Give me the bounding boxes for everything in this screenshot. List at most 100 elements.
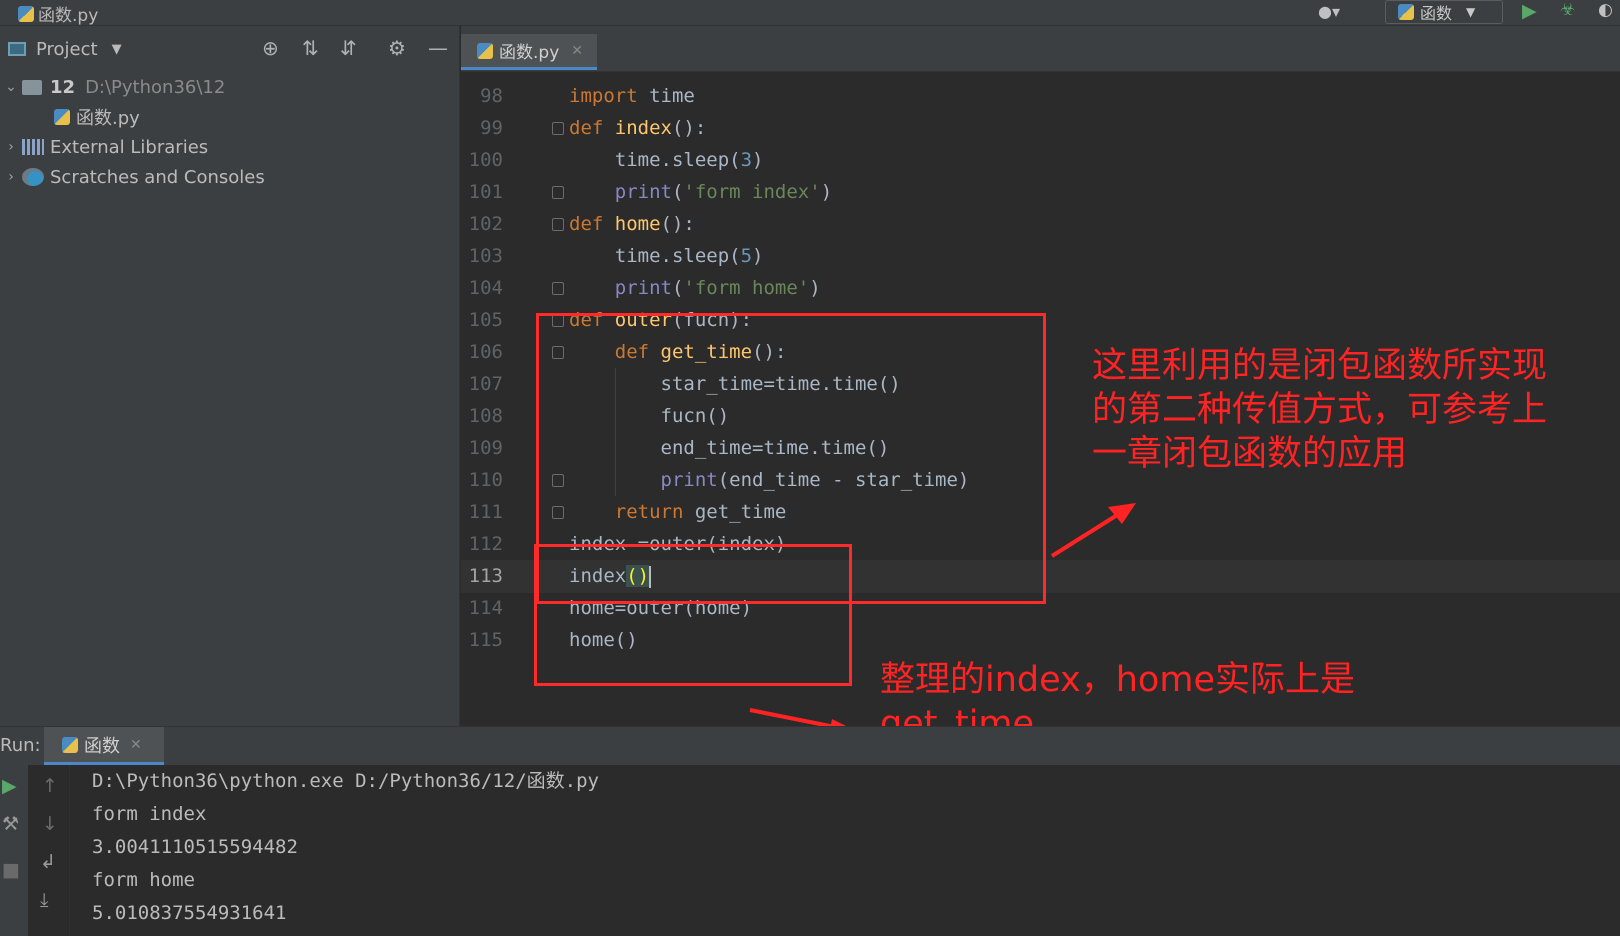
run-header: Run: 函数 ✕ bbox=[0, 727, 1620, 765]
code-line[interactable]: 98 import time bbox=[461, 80, 1620, 113]
console-line: 5.010837554931641 bbox=[92, 902, 287, 924]
line-number: 106 bbox=[468, 341, 503, 363]
code-line[interactable]: 103 time.sleep(5) bbox=[461, 240, 1620, 273]
chevron-down-icon[interactable]: ▼ bbox=[112, 42, 122, 57]
python-icon bbox=[62, 736, 78, 753]
tree-item-label: External Libraries bbox=[50, 136, 209, 158]
fold-marker-icon[interactable] bbox=[552, 186, 564, 199]
stop-icon[interactable]: ■ bbox=[2, 859, 20, 881]
arrow-down-icon[interactable]: ↓ bbox=[42, 813, 58, 835]
rerun-icon[interactable]: ▶ bbox=[2, 775, 17, 797]
close-icon[interactable]: ✕ bbox=[571, 43, 583, 59]
line-number: 113 bbox=[468, 565, 503, 587]
annotation-box-calls bbox=[534, 544, 852, 686]
line-number: 98 bbox=[480, 85, 503, 107]
locate-icon[interactable]: ⊕ bbox=[262, 36, 279, 60]
editor-tab-label: 函数.py bbox=[499, 43, 560, 63]
code-text: time.sleep(5) bbox=[569, 245, 764, 267]
tree-item-file[interactable]: 函数.py bbox=[0, 102, 459, 132]
code-text: time.sleep(3) bbox=[569, 149, 764, 171]
run-config-select[interactable]: 函数 ▼ bbox=[1385, 0, 1503, 24]
code-line[interactable]: 102 def home(): bbox=[461, 208, 1620, 241]
annotation-line: 这里利用的是闭包函数所实现 bbox=[1092, 346, 1548, 386]
run-icon[interactable]: ▶ bbox=[1522, 0, 1537, 22]
title-bar: 函数.py ●▾ 函数 ▼ ▶ ☣ ◐ bbox=[0, 0, 1620, 26]
line-number: 108 bbox=[468, 405, 503, 427]
editor-tab-bar: 函数.py ✕ bbox=[461, 26, 1620, 72]
run-toolbar-secondary: ↑ ↓ ↲ ⤓ bbox=[34, 765, 70, 936]
project-icon bbox=[8, 42, 26, 56]
line-number: 100 bbox=[468, 149, 503, 171]
collapse-all-icon[interactable]: ⇵ bbox=[340, 36, 357, 60]
code-text: def index(): bbox=[569, 117, 707, 139]
tree-item-scratches[interactable]: › Scratches and Consoles bbox=[0, 162, 459, 192]
python-icon bbox=[1398, 4, 1414, 20]
code-line[interactable]: 104 print('form home') bbox=[461, 272, 1620, 305]
chevron-right-icon[interactable]: › bbox=[0, 139, 22, 155]
line-number: 115 bbox=[468, 629, 503, 651]
annotation-line: 整理的index，home实际上是 bbox=[880, 660, 1355, 700]
tree-item-external-libraries[interactable]: › External Libraries bbox=[0, 132, 459, 162]
console-line: form home bbox=[92, 869, 195, 891]
folder-icon bbox=[22, 79, 42, 95]
code-line[interactable]: 99 def index(): bbox=[461, 112, 1620, 145]
soft-wrap-icon[interactable]: ↲ bbox=[40, 851, 56, 873]
console-output[interactable]: D:\Python36\python.exe D:/Python36/12/函数… bbox=[92, 765, 1592, 930]
code-line[interactable]: 101 print('form index') bbox=[461, 176, 1620, 209]
debug-icon[interactable]: ☣ bbox=[1560, 0, 1575, 20]
user-icon[interactable]: ●▾ bbox=[1318, 2, 1340, 21]
line-number: 109 bbox=[468, 437, 503, 459]
tree-item-project-folder[interactable]: ⌄ 12 D:\Python36\12 bbox=[0, 72, 459, 102]
title-file: 函数.py bbox=[18, 1, 98, 26]
annotation-line: 一章闭包函数的应用 bbox=[1092, 434, 1408, 474]
coverage-icon[interactable]: ◐ bbox=[1598, 0, 1613, 20]
code-text: import time bbox=[569, 85, 695, 107]
line-number: 112 bbox=[468, 533, 503, 555]
fold-marker-icon[interactable] bbox=[552, 218, 564, 231]
line-number: 114 bbox=[468, 597, 503, 619]
python-file-icon bbox=[54, 109, 70, 125]
tree-item-label: 12 bbox=[50, 76, 76, 98]
run-label: Run: bbox=[0, 735, 41, 756]
title-file-name: 函数.py bbox=[38, 6, 99, 26]
code-text: def home(): bbox=[569, 213, 695, 235]
line-number: 99 bbox=[480, 117, 503, 139]
line-number: 111 bbox=[468, 501, 503, 523]
arrow-up-icon[interactable]: ↑ bbox=[42, 775, 58, 797]
scroll-to-end-icon[interactable]: ⤓ bbox=[40, 889, 48, 911]
tree-item-path: D:\Python36\12 bbox=[85, 76, 226, 98]
annotation-line: 的第二种传值方式，可参考上 bbox=[1092, 390, 1548, 430]
project-panel: Project ▼ ⊕ ⇅ ⇵ ⚙ — ⌄ 12 D:\Python36\12 … bbox=[0, 26, 460, 726]
wrench-icon[interactable]: ⚒ bbox=[2, 813, 19, 835]
scratches-icon bbox=[22, 168, 44, 186]
line-number: 102 bbox=[468, 213, 503, 235]
console-line: 3.0041110515594482 bbox=[92, 836, 298, 858]
close-icon[interactable]: ✕ bbox=[130, 737, 142, 753]
chevron-right-icon[interactable]: › bbox=[0, 169, 22, 185]
run-panel: Run: 函数 ✕ ▶ ⚒ ■ ↑ ↓ ↲ ⤓ D:\Python36\pyth… bbox=[0, 726, 1620, 936]
chevron-down-icon: ▼ bbox=[1466, 5, 1476, 19]
line-number: 104 bbox=[468, 277, 503, 299]
code-line[interactable]: 100 time.sleep(3) bbox=[461, 144, 1620, 177]
fold-marker-icon[interactable] bbox=[552, 122, 564, 135]
python-file-icon bbox=[18, 5, 34, 22]
run-tab-label: 函数 bbox=[84, 735, 120, 757]
line-number: 103 bbox=[468, 245, 503, 267]
chevron-down-icon[interactable]: ⌄ bbox=[0, 79, 22, 95]
line-number: 105 bbox=[468, 309, 503, 331]
fold-marker-icon[interactable] bbox=[552, 282, 564, 295]
run-tab[interactable]: 函数 ✕ bbox=[44, 727, 164, 765]
python-file-icon bbox=[477, 42, 493, 59]
line-number: 101 bbox=[468, 181, 503, 203]
editor-tab[interactable]: 函数.py ✕ bbox=[461, 34, 597, 70]
expand-all-icon[interactable]: ⇅ bbox=[302, 36, 319, 60]
code-text: print('form home') bbox=[614, 277, 821, 299]
library-icon bbox=[22, 139, 44, 155]
console-line: form index bbox=[92, 803, 207, 825]
project-header: Project ▼ ⊕ ⇅ ⇵ ⚙ — bbox=[0, 26, 459, 72]
minimize-icon[interactable]: — bbox=[428, 36, 448, 60]
tree-item-label: 函数.py bbox=[76, 108, 140, 129]
project-header-label[interactable]: Project bbox=[36, 39, 98, 60]
gear-icon[interactable]: ⚙ bbox=[388, 36, 406, 60]
run-toolbar: ▶ ⚒ ■ bbox=[0, 765, 28, 936]
